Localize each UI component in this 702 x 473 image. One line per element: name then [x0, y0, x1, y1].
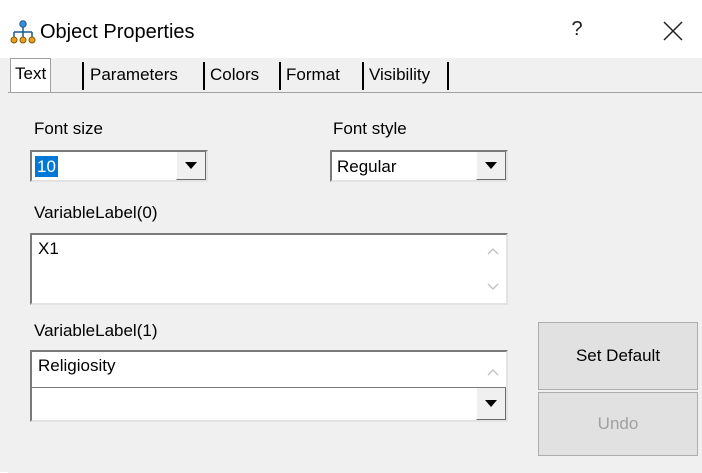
font-size-value: 10 — [35, 156, 58, 177]
font-style-label: Font style — [333, 119, 407, 138]
help-button[interactable]: ? — [562, 14, 592, 44]
tab-separator — [203, 62, 205, 90]
font-style-value: Regular — [337, 157, 397, 176]
hierarchy-diagram-icon — [10, 20, 36, 46]
close-icon — [663, 21, 683, 41]
font-style-select[interactable]: Regular — [330, 150, 508, 182]
scroll-down-icon[interactable] — [487, 283, 499, 291]
variable-label-0-textarea[interactable]: X1 — [30, 233, 508, 305]
variable-label-0-scrollbar[interactable] — [480, 235, 506, 303]
tab-separator — [447, 62, 449, 90]
window-title: Object Properties — [40, 21, 195, 43]
tab-separator — [82, 62, 84, 90]
chevron-down-icon — [485, 162, 497, 169]
close-button[interactable] — [656, 14, 690, 48]
scroll-up-icon[interactable] — [487, 368, 499, 376]
font-size-select[interactable]: 10 — [30, 150, 208, 182]
variable-label-1-scrollbar[interactable] — [480, 352, 506, 388]
combo-divider — [32, 387, 506, 388]
undo-button[interactable]: Undo — [538, 392, 698, 456]
tab-separator — [362, 62, 364, 90]
set-default-button[interactable]: Set Default — [538, 322, 698, 390]
chevron-down-icon — [485, 400, 497, 407]
variable-label-1-combo[interactable]: Religiosity — [30, 350, 508, 422]
title-bar: Object Properties ? — [0, 0, 702, 58]
tab-colors[interactable]: Colors — [210, 60, 259, 90]
tab-visibility[interactable]: Visibility — [369, 60, 430, 90]
variable-label-1-value: Religiosity — [38, 356, 116, 375]
variable-label-1-dropdown-button[interactable] — [476, 388, 506, 420]
chevron-down-icon — [185, 162, 197, 169]
font-size-label: Font size — [34, 119, 103, 138]
variable-label-0-label: VariableLabel(0) — [34, 203, 158, 222]
variable-label-1-label: VariableLabel(1) — [34, 321, 158, 340]
tab-separator — [279, 62, 281, 90]
font-style-dropdown-button[interactable] — [476, 152, 506, 180]
tab-format[interactable]: Format — [286, 60, 340, 90]
tab-parameters[interactable]: Parameters — [90, 60, 178, 90]
variable-label-0-value: X1 — [38, 239, 59, 258]
scroll-up-icon[interactable] — [487, 247, 499, 255]
font-size-dropdown-button[interactable] — [176, 152, 206, 180]
tab-text[interactable]: Text — [10, 58, 52, 92]
